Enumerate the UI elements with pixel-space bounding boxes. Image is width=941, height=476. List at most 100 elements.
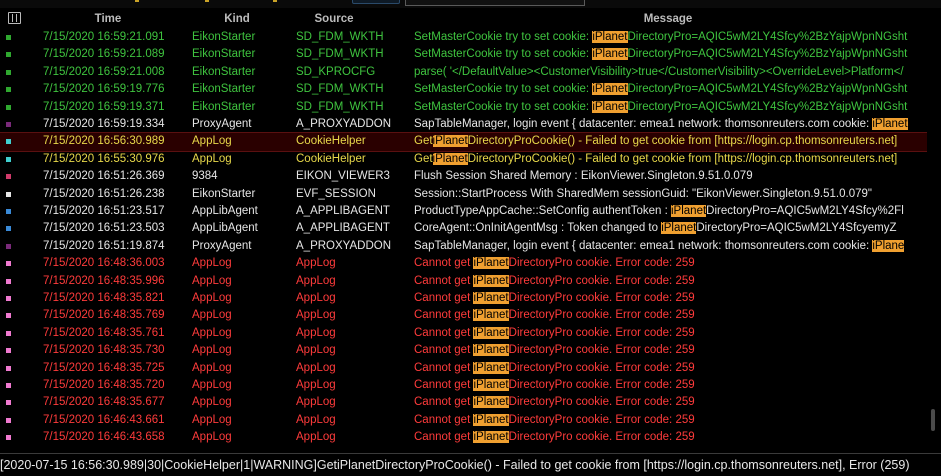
table-row[interactable]: 7/15/2020 16:51:26.238 EikonStarter EVF_SE… — [0, 186, 927, 203]
table-row[interactable]: 7/15/2020 16:59:19.334 ProxyAgent A_PROXYA… — [0, 116, 927, 133]
cell-message: GetiPlanetDirectoryProCookie() - Failed … — [414, 135, 898, 148]
table-row[interactable]: 7/15/2020 16:59:19.371 EikonStarter SD_FDM… — [0, 99, 927, 116]
table-row[interactable]: 7/15/2020 16:51:23.517 AppLibAgent A_APPLI… — [0, 203, 927, 220]
table-row[interactable]: 7/15/2020 16:48:35.725 AppLog AppLog Cannot… — [0, 360, 927, 377]
column-header-source[interactable]: Source — [296, 13, 372, 25]
level-marker-icon — [6, 191, 11, 197]
toolbar-button[interactable] — [352, 0, 400, 4]
column-header-message[interactable]: Message — [414, 13, 922, 25]
cell-message: SetMasterCookie try to set cookie: iPlan… — [414, 83, 908, 96]
level-marker-icon — [6, 209, 11, 214]
toolbar-indicator-icon — [205, 0, 209, 2]
table-row[interactable]: 7/15/2020 16:59:21.008 EikonStarter SD_KPR… — [0, 64, 927, 81]
cell-message: Cannot get iPlanetDirectoryPro cookie. E… — [414, 274, 695, 287]
column-chooser-icon[interactable] — [8, 12, 21, 24]
cell-message: SapTableManager, login event { datacente… — [414, 118, 908, 130]
filter-input[interactable] — [405, 0, 585, 6]
level-marker-icon — [6, 174, 11, 180]
column-header-time[interactable]: Time — [43, 13, 173, 25]
cell-message: Cannot get iPlanetDirectoryPro cookie. E… — [414, 309, 695, 322]
cell-message: Flush Session Shared Memory : EikonViewe… — [414, 170, 753, 183]
cell-source: AppLog — [296, 292, 336, 304]
table-row[interactable]: 7/15/2020 16:48:35.996 AppLog AppLog Cannot… — [0, 273, 927, 290]
cell-kind: AppLog — [192, 431, 232, 444]
cell-source: AppLog — [296, 379, 336, 391]
table-row[interactable]: 7/15/2020 16:59:21.089 EikonStarter SD_FDM… — [0, 46, 927, 63]
level-marker-icon — [6, 52, 11, 58]
level-marker-icon — [6, 365, 11, 371]
table-row[interactable]: 7/15/2020 16:48:35.761 AppLog AppLog Cannot… — [0, 325, 927, 342]
cell-time: 7/15/2020 16:51:26.238 — [43, 187, 165, 200]
level-marker-icon — [6, 122, 11, 127]
cell-time: 7/15/2020 16:59:19.776 — [43, 83, 165, 96]
cell-message: SetMasterCookie try to set cookie: iPlan… — [414, 31, 908, 43]
table-row[interactable]: 7/15/2020 16:48:35.769 AppLog AppLog Cannot… — [0, 307, 927, 324]
cell-kind: ProxyAgent — [192, 239, 252, 252]
table-row[interactable]: 7/15/2020 16:48:35.677 AppLog AppLog Cannot… — [0, 394, 927, 411]
level-marker-icon — [6, 348, 11, 354]
cell-source: AppLog — [296, 344, 336, 357]
toolbar — [0, 0, 941, 8]
vertical-scrollbar[interactable] — [927, 10, 941, 450]
level-marker-icon — [6, 35, 11, 40]
cell-time: 7/15/2020 16:51:23.503 — [43, 222, 165, 235]
cell-source: AppLog — [296, 396, 336, 409]
cell-kind: AppLibAgent — [192, 205, 258, 217]
cell-time: 7/15/2020 16:48:35.769 — [43, 309, 165, 322]
table-row[interactable]: 7/15/2020 16:59:19.776 EikonStarter SD_FDM… — [0, 81, 927, 98]
cell-time: 7/15/2020 16:48:35.677 — [43, 396, 165, 409]
cell-source: AppLog — [296, 431, 336, 444]
cell-source: CookieHelper — [296, 135, 366, 148]
cell-message: Cannot get iPlanetDirectoryPro cookie. E… — [414, 344, 695, 357]
table-row[interactable]: 7/15/2020 16:51:19.874 ProxyAgent A_PROXYA… — [0, 238, 927, 255]
table-row[interactable]: 7/15/2020 16:46:43.661 AppLog AppLog Cannot… — [0, 412, 927, 429]
cell-source: SD_FDM_WKTH — [296, 83, 384, 96]
cell-source: A_PROXYADDON — [296, 118, 392, 130]
table-row[interactable]: 7/15/2020 16:48:35.720 AppLog AppLog Cannot… — [0, 377, 927, 394]
cell-message: Cannot get iPlanetDirectoryPro cookie. E… — [414, 379, 695, 391]
cell-message: parse( '</DefaultValue><CustomerVisibili… — [414, 65, 904, 78]
table-row[interactable]: 7/15/2020 16:59:21.091 EikonStarter SD_FDM… — [0, 29, 927, 46]
cell-source: EIKON_VIEWER3 — [296, 170, 390, 183]
cell-source: A_APPLIBAGENT — [296, 222, 390, 235]
cell-message: ProductTypeAppCache::SetConfig authentTo… — [414, 205, 904, 217]
table-row[interactable]: 7/15/2020 16:51:26.369 9384 EIKON_VIEWER3 F… — [0, 168, 927, 185]
cell-kind: AppLog — [192, 309, 232, 322]
cell-time: 7/15/2020 16:56:30.989 — [43, 135, 165, 148]
cell-source: A_APPLIBAGENT — [296, 205, 390, 217]
cell-kind: AppLibAgent — [192, 222, 258, 235]
level-marker-icon — [6, 400, 11, 406]
cell-kind: AppLog — [192, 152, 232, 165]
cell-kind: AppLog — [192, 135, 232, 148]
cell-kind: EikonStarter — [192, 31, 256, 43]
cell-kind: EikonStarter — [192, 187, 256, 200]
cell-kind: AppLog — [192, 344, 232, 357]
cell-message: Cannot get iPlanetDirectoryPro cookie. E… — [414, 326, 695, 339]
table-row[interactable]: 7/15/2020 16:48:35.730 AppLog AppLog Cannot… — [0, 342, 927, 359]
scrollbar-thumb[interactable] — [931, 409, 935, 431]
level-marker-icon — [6, 243, 11, 249]
table-row[interactable]: 7/15/2020 16:46:43.658 AppLog AppLog Cannot… — [0, 429, 927, 446]
level-marker-icon — [6, 104, 11, 110]
cell-kind: AppLog — [192, 326, 232, 339]
table-row[interactable]: 7/15/2020 16:51:23.503 AppLibAgent A_APPLI… — [0, 220, 927, 237]
cell-kind: AppLog — [192, 257, 232, 270]
cell-time: 7/15/2020 16:48:35.761 — [43, 326, 165, 339]
cell-kind: AppLog — [192, 379, 232, 391]
cell-source: AppLog — [296, 274, 336, 287]
column-header-kind[interactable]: Kind — [192, 13, 282, 25]
table-row[interactable]: 7/15/2020 16:55:30.976 AppLog CookieHelper… — [0, 151, 927, 168]
level-marker-icon — [6, 69, 11, 75]
level-marker-icon — [6, 156, 11, 162]
table-row[interactable]: 7/15/2020 16:48:35.821 AppLog AppLog Cannot… — [0, 290, 927, 307]
cell-time: 7/15/2020 16:59:19.334 — [43, 118, 165, 130]
level-marker-icon — [6, 435, 11, 441]
cell-time: 7/15/2020 16:59:19.371 — [43, 100, 165, 113]
cell-source: SD_FDM_WKTH — [296, 100, 384, 113]
level-marker-icon — [6, 226, 11, 232]
cell-message: Cannot get iPlanetDirectoryPro cookie. E… — [414, 396, 695, 409]
status-bar: [2020-07-15 16:56:30.989|30|CookieHelper… — [0, 453, 941, 476]
grid-header: Time Kind Source Message — [0, 10, 927, 29]
table-row[interactable]: 7/15/2020 16:48:36.003 AppLog AppLog Cannot… — [0, 255, 927, 272]
table-row[interactable]: 7/15/2020 16:56:30.989 AppLog CookieHelper… — [0, 132, 927, 152]
